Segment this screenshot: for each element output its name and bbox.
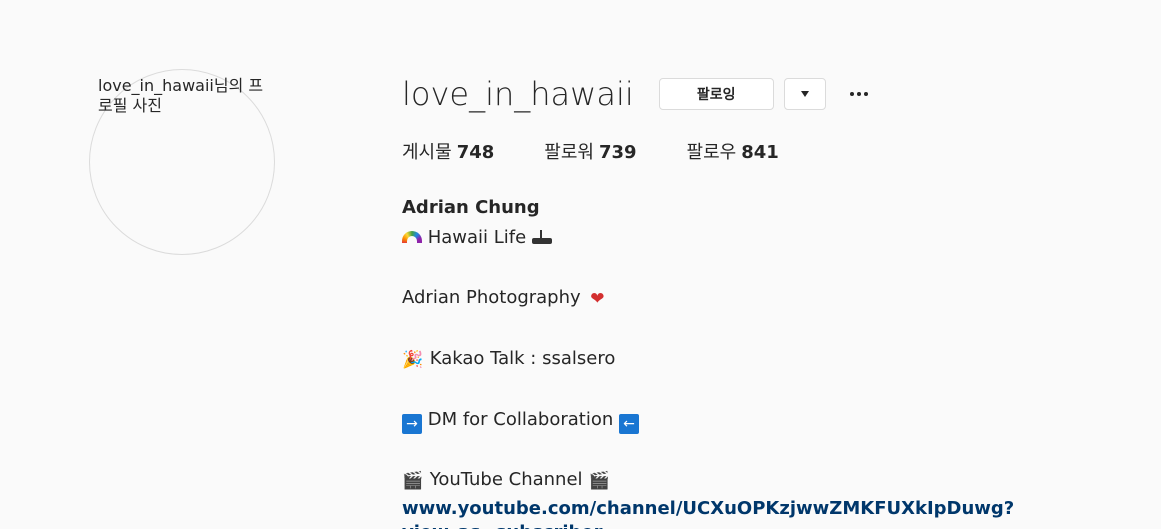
bio-line-youtube: 🎬 YouTube Channel 🎬 xyxy=(402,465,1152,496)
bio-line-dm: → DM for Collaboration ← xyxy=(402,405,1152,435)
avatar[interactable]: love_in_hawaii님의 프로필 사진 xyxy=(89,69,275,255)
bio-photography-text: Adrian Photography xyxy=(402,287,587,308)
heart-icon: ❤ xyxy=(590,289,605,309)
profile-header: love_in_hawaii 팔로잉 xyxy=(402,72,1152,116)
clapper-board-icon: 🎬 xyxy=(402,471,424,491)
full-name: Adrian Chung xyxy=(402,197,540,218)
followers-count: 739 xyxy=(598,142,637,163)
posts-count: 748 xyxy=(456,142,495,163)
bio: Adrian Chung Hawaii Life Adrian Photogra… xyxy=(402,193,1152,529)
followers-stat[interactable]: 팔로워 739 xyxy=(544,141,636,165)
bio-blank-line xyxy=(402,253,1152,283)
party-popper-icon: 🎉 xyxy=(402,350,424,370)
bio-line-hawaii: Hawaii Life xyxy=(402,223,1152,253)
following-label: 팔로우 xyxy=(686,142,737,163)
island-icon xyxy=(531,230,552,244)
bio-dm-text: DM for Collaboration xyxy=(422,409,619,430)
posts-stat: 게시물 748 xyxy=(402,141,494,165)
following-count: 841 xyxy=(741,142,779,163)
rainbow-icon xyxy=(402,231,422,243)
bio-line-photography: Adrian Photography ❤ xyxy=(402,283,1152,314)
following-button-label: 팔로잉 xyxy=(696,87,736,103)
bio-blank-line xyxy=(402,314,1152,344)
bio-hawaii-text: Hawaii Life xyxy=(422,227,532,248)
bio-blank-line xyxy=(402,435,1152,465)
bio-line-kakao: 🎉 Kakao Talk : ssalsero xyxy=(402,344,1152,375)
avatar-alt-text: love_in_hawaii님의 프로필 사진 xyxy=(98,76,264,115)
left-arrow-icon: ← xyxy=(619,414,639,434)
dot xyxy=(856,92,861,96)
followers-label: 팔로워 xyxy=(544,142,594,163)
username: love_in_hawaii xyxy=(402,75,634,113)
bio-blank-line xyxy=(402,375,1152,405)
dot xyxy=(863,92,868,96)
profile-page: love_in_hawaii님의 프로필 사진 love_in_hawaii 팔… xyxy=(0,0,1161,529)
profile-stats: 게시물 748 팔로워 739 팔로우 841 xyxy=(402,141,1152,165)
following-stat[interactable]: 팔로우 841 xyxy=(687,141,779,165)
suggestions-dropdown-button[interactable] xyxy=(783,78,826,110)
right-arrow-icon: → xyxy=(402,414,422,434)
bio-external-link[interactable]: www.youtube.com/channel/UCXuOPKzjwwZMKFU… xyxy=(402,497,1152,529)
more-options-icon[interactable] xyxy=(846,86,872,102)
clapper-board-icon: 🎬 xyxy=(588,471,610,491)
following-button[interactable]: 팔로잉 xyxy=(658,78,774,110)
bio-youtube-text: YouTube Channel xyxy=(424,469,589,490)
triangle-down-icon xyxy=(800,91,809,97)
bio-kakao-text: Kakao Talk : ssalsero xyxy=(424,348,616,369)
dot xyxy=(849,92,854,96)
posts-label: 게시물 xyxy=(402,142,452,163)
profile-info: love_in_hawaii 팔로잉 게시물 748 팔로워 739 팔로우 841 xyxy=(402,72,1152,529)
